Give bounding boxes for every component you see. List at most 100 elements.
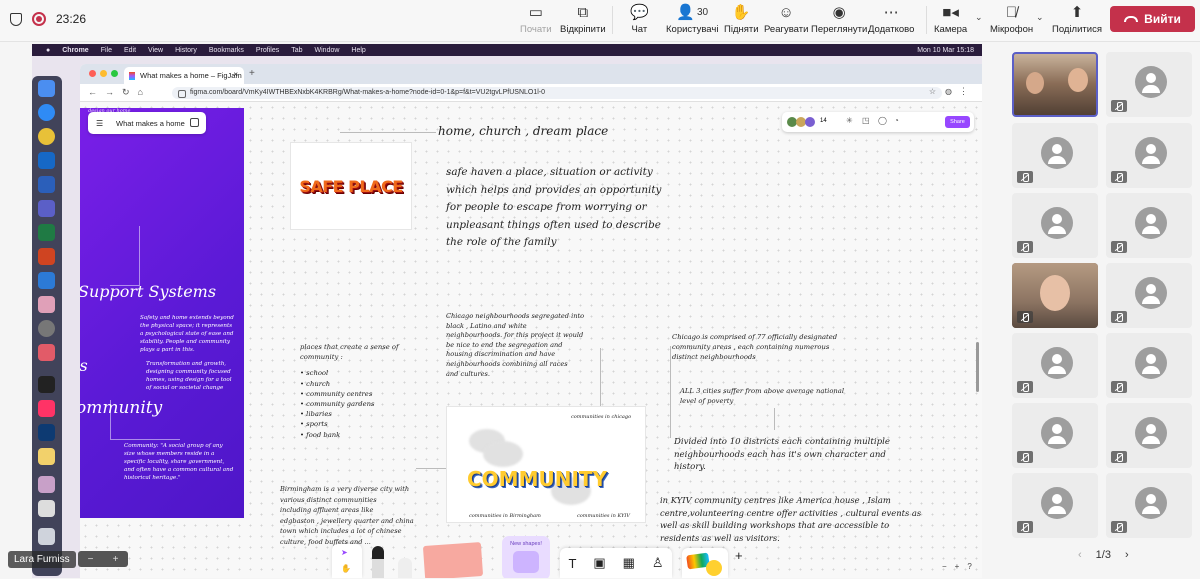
reload-icon[interactable]: ↻ <box>122 87 130 98</box>
mic-muted-icon <box>1017 381 1033 393</box>
outlook-icon <box>38 152 55 169</box>
stamp-icon[interactable]: ◳ <box>862 116 870 125</box>
participant-tile[interactable] <box>1012 193 1098 258</box>
list-item: • food bank <box>300 430 341 439</box>
camera-button[interactable]: ■◂ Камера <box>934 2 967 38</box>
camera-options-chevron-icon[interactable]: ⌄ <box>975 12 983 23</box>
panel-text-community-definition: Community: "A social group of any size w… <box>124 443 234 481</box>
profile-icon[interactable]: ◍ <box>945 87 952 96</box>
chat-button[interactable]: 💬 Чат <box>630 2 649 38</box>
collaborator-avatar[interactable] <box>805 117 815 127</box>
start-button[interactable]: ▭ Почати <box>520 2 552 38</box>
comment-icon[interactable]: ◯ <box>878 116 887 125</box>
menu-view: View <box>148 46 164 54</box>
emoji-icon[interactable] <box>706 560 722 576</box>
figjam-canvas[interactable]: design our home Support Systems es ommun… <box>80 102 982 578</box>
list-item: • libaries <box>300 410 332 419</box>
widgets-group <box>682 548 728 578</box>
microphone-button[interactable]: 🎙̸ Мікрофон <box>990 2 1033 38</box>
unpin-button[interactable]: ⧉ Відкріпити <box>560 2 606 38</box>
url-input[interactable]: figma.com/board/VmKy4IWTHBExNxbK4KRBRg/W… <box>172 87 942 99</box>
people-count: 30 <box>697 6 709 18</box>
leave-button[interactable]: Вийти <box>1110 6 1195 32</box>
zoom-in-icon[interactable]: + <box>113 554 119 565</box>
preview-icon <box>38 500 55 517</box>
participant-tile[interactable] <box>1012 473 1098 538</box>
share-screen-button[interactable]: ⬆ Поділитися <box>1052 2 1102 38</box>
hand-tool-icon[interactable]: ✋ <box>341 564 351 573</box>
participant-tile[interactable] <box>1012 123 1098 188</box>
forward-icon[interactable]: → <box>105 87 114 98</box>
previous-page-icon[interactable]: ‹ <box>1078 549 1082 561</box>
participant-tile[interactable] <box>1106 263 1192 328</box>
avatar-icon <box>1041 347 1073 379</box>
more-tools-plus-icon[interactable]: + <box>735 548 743 563</box>
browser-menu-icon[interactable]: ⋮ <box>959 86 968 97</box>
participant-tile[interactable] <box>1012 333 1098 398</box>
zoom-out-icon[interactable]: − <box>88 554 94 565</box>
participant-tile[interactable] <box>1106 193 1192 258</box>
zoom-out-icon[interactable]: − <box>942 562 947 571</box>
share-button[interactable]: Share <box>945 116 970 128</box>
caption-birmingham: communities in Birmingham <box>469 513 541 519</box>
presenter-name-label: Lara Furniss <box>8 551 76 568</box>
participant-tile[interactable] <box>1106 333 1192 398</box>
mic-muted-icon <box>1111 100 1127 112</box>
participant-tile[interactable] <box>1106 403 1192 468</box>
participant-tile[interactable] <box>1106 473 1192 538</box>
view-button[interactable]: ◉ Переглянути <box>811 2 867 38</box>
close-tab-icon[interactable]: × <box>233 70 238 79</box>
stamp-tool-icon[interactable]: ♙ <box>652 555 664 571</box>
participant-tile[interactable] <box>1106 52 1192 117</box>
panel-connector <box>110 400 180 440</box>
minimize-window-button[interactable] <box>100 70 107 77</box>
close-window-button[interactable] <box>89 70 96 77</box>
connector-line <box>340 132 436 133</box>
home-icon[interactable]: ⌂ <box>138 87 143 98</box>
participant-tile[interactable] <box>1012 403 1098 468</box>
section-tool-icon[interactable]: ▣ <box>593 555 605 571</box>
more-button[interactable]: ⋯ Додатково <box>868 2 914 38</box>
timer-icon[interactable]: ◔ <box>894 116 899 125</box>
main-menu-icon[interactable]: ☰ <box>96 119 103 128</box>
bookmark-star-icon[interactable]: ☆ <box>929 87 936 96</box>
address-bar: ← → ↻ ⌂ figma.com/board/VmKy4IWTHBExNxbK… <box>80 84 982 102</box>
sticky-note-tool-icon[interactable] <box>422 542 484 578</box>
react-button[interactable]: ☺ Реагувати <box>764 2 808 38</box>
file-name-panel[interactable]: ☰ What makes a home <box>88 112 206 134</box>
table-tool-icon[interactable]: ▦ <box>623 555 635 571</box>
toolbar-divider <box>612 6 613 34</box>
raise-hand-button[interactable]: ✋ Підняти <box>724 2 759 38</box>
text-tool-icon[interactable]: T <box>568 556 576 571</box>
menu-edit: Edit <box>123 46 137 54</box>
connector-line <box>416 468 446 469</box>
sidebar-toggle-icon[interactable] <box>190 118 199 127</box>
highlighter-tool-icon[interactable] <box>398 558 412 578</box>
participant-grid <box>1012 52 1192 544</box>
pointer-tool-icon[interactable]: ➤ <box>341 548 348 557</box>
mac-menubar: ● Chrome File Edit View History Bookmark… <box>32 44 982 56</box>
tab-figjam[interactable]: What makes a home – FigJam × <box>124 67 244 84</box>
people-icon: 👤 30 <box>676 4 709 21</box>
marker-tool-icon[interactable] <box>372 546 384 578</box>
safe-place-image: SAFE PLACE <box>290 142 412 230</box>
help-icon[interactable]: ? <box>967 562 971 571</box>
mic-options-chevron-icon[interactable]: ⌄ <box>1036 12 1044 23</box>
maximize-window-button[interactable] <box>111 70 118 77</box>
menu-chrome: Chrome <box>62 46 89 54</box>
next-page-icon[interactable]: › <box>1125 549 1129 561</box>
new-tab-button[interactable]: + <box>249 68 255 79</box>
back-icon[interactable]: ← <box>88 87 97 98</box>
participant-tile[interactable] <box>1106 123 1192 188</box>
mic-muted-icon <box>1111 451 1127 463</box>
zoom-in-icon[interactable]: + <box>955 562 960 571</box>
participant-tile-video[interactable] <box>1012 52 1098 117</box>
note-chicago-77: Chicago is comprised of 77 officially de… <box>672 333 838 361</box>
new-shapes-tool[interactable]: New shapes! <box>502 536 550 578</box>
canvas-scrollbar[interactable] <box>976 342 979 392</box>
participant-face <box>1040 275 1070 311</box>
ai-sparkle-icon[interactable]: ✳ <box>846 116 853 125</box>
people-button[interactable]: 👤 30 Користувачі <box>666 2 718 38</box>
participant-tile-video[interactable] <box>1012 263 1098 328</box>
list-item: • school <box>300 369 329 378</box>
